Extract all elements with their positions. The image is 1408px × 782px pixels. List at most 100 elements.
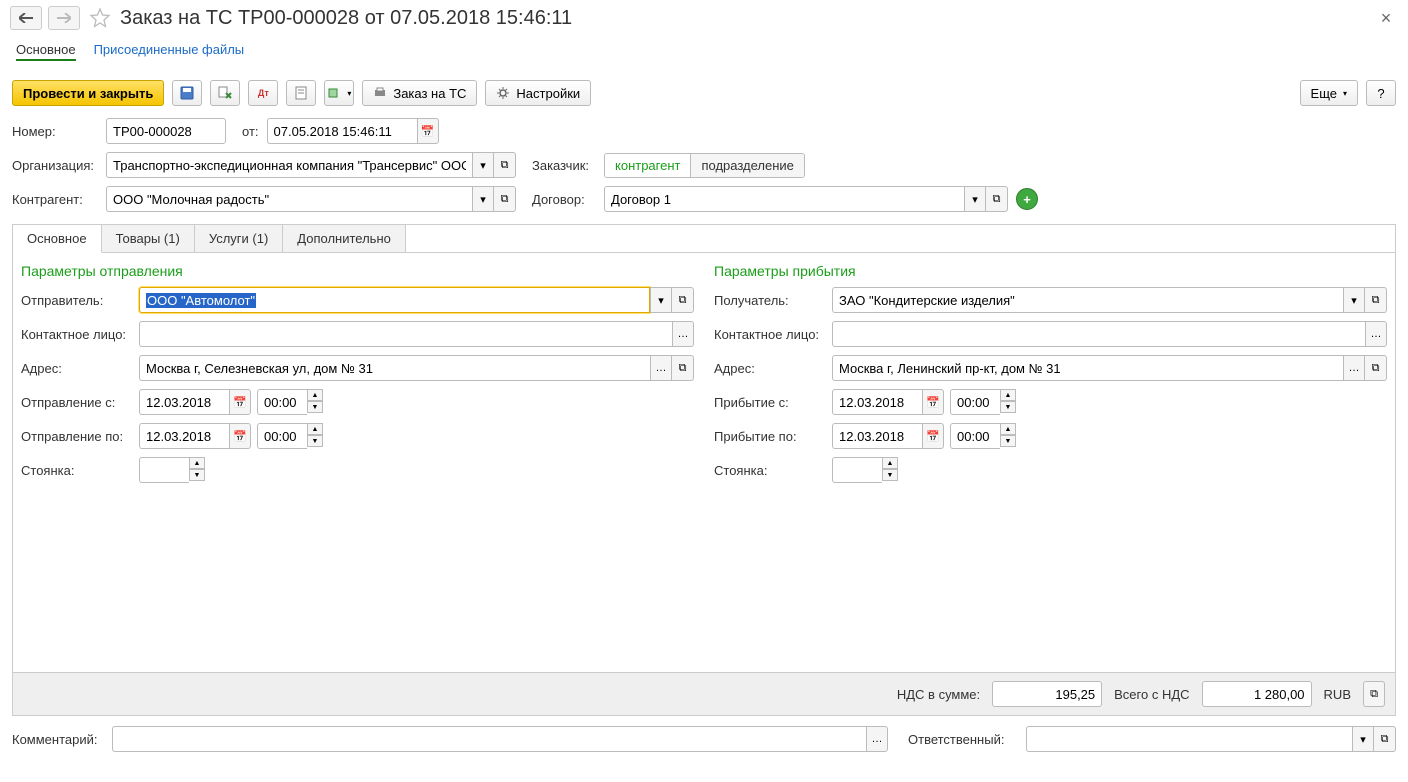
dropdown-icon[interactable]: ▾ [964,186,986,212]
print-order-button[interactable]: Заказ на ТС [362,80,477,106]
dropdown-icon[interactable]: ▾ [472,152,494,178]
open-icon[interactable]: ⧉ [494,152,516,178]
org-input[interactable] [106,152,472,178]
spin-up-icon[interactable]: ▲ [882,457,898,469]
save-button[interactable] [172,80,202,106]
receiver-input[interactable] [832,287,1343,313]
dep-address-input[interactable] [139,355,650,381]
arr-to-label: Прибытие по: [714,429,826,444]
dep-parking-label: Стоянка: [21,463,133,478]
more-icon[interactable]: … [866,726,888,752]
print-order-label: Заказ на ТС [393,86,466,101]
tab-services[interactable]: Услуги (1) [195,225,283,252]
calendar-icon[interactable]: 📅 [922,423,944,449]
dep-date-from[interactable] [139,389,229,415]
spin-down-icon[interactable]: ▼ [307,401,323,413]
dropdown-icon[interactable]: ▾ [1352,726,1374,752]
post-close-button[interactable]: Провести и закрыть [12,80,164,106]
contractor-input[interactable] [106,186,472,212]
spin-up-icon[interactable]: ▲ [307,423,323,435]
open-icon[interactable]: ⧉ [1365,287,1387,313]
dep-time-to[interactable] [257,423,307,449]
create-based-button[interactable]: ▾ [324,80,354,106]
from-label: от: [242,124,259,139]
open-icon[interactable]: ⧉ [672,287,694,313]
contact-label: Контактное лицо: [21,327,133,342]
more-icon[interactable]: … [672,321,694,347]
currency-open-icon[interactable]: ⧉ [1363,681,1385,707]
nds-input[interactable] [992,681,1102,707]
arr-date-to[interactable] [832,423,922,449]
number-input[interactable] [106,118,226,144]
report-button[interactable] [286,80,316,106]
dropdown-icon[interactable]: ▾ [472,186,494,212]
open-icon[interactable]: ⧉ [672,355,694,381]
tab-main[interactable]: Основное [13,225,102,253]
calendar-icon[interactable]: 📅 [417,118,439,144]
dt-kt-button[interactable]: Дт [248,80,278,106]
spin-down-icon[interactable]: ▼ [189,469,205,481]
departure-title: Параметры отправления [21,263,694,279]
comment-input[interactable] [112,726,866,752]
add-contract-button[interactable]: + [1016,188,1038,210]
dep-from-label: Отправление с: [21,395,133,410]
dep-parking-input[interactable] [139,457,189,483]
contract-input[interactable] [604,186,964,212]
spin-up-icon[interactable]: ▲ [189,457,205,469]
dep-contact-input[interactable] [139,321,672,347]
close-button[interactable]: × [1374,6,1398,30]
spin-up-icon[interactable]: ▲ [1000,389,1016,401]
total-label: Всего с НДС [1114,687,1189,702]
open-icon[interactable]: ⧉ [1374,726,1396,752]
more-icon[interactable]: … [1365,321,1387,347]
dropdown-icon[interactable]: ▾ [1343,287,1365,313]
responsible-input[interactable] [1026,726,1352,752]
dep-date-to[interactable] [139,423,229,449]
favorite-icon[interactable] [90,8,110,28]
spin-down-icon[interactable]: ▼ [1000,401,1016,413]
open-icon[interactable]: ⧉ [494,186,516,212]
customer-label: Заказчик: [532,158,596,173]
receiver-label: Получатель: [714,293,826,308]
open-icon[interactable]: ⧉ [986,186,1008,212]
more-icon[interactable]: … [650,355,672,381]
spin-down-icon[interactable]: ▼ [882,469,898,481]
settings-button[interactable]: Настройки [485,80,591,106]
arr-date-from[interactable] [832,389,922,415]
arr-from-label: Прибытие с: [714,395,826,410]
dropdown-icon[interactable]: ▾ [650,287,672,313]
tab-extra[interactable]: Дополнительно [283,225,406,252]
toggle-contractor[interactable]: контрагент [605,154,690,177]
sender-label: Отправитель: [21,293,133,308]
sender-input[interactable]: ООО "Автомолот" [139,287,650,313]
back-button[interactable] [10,6,42,30]
open-icon[interactable]: ⧉ [1365,355,1387,381]
calendar-icon[interactable]: 📅 [229,423,251,449]
more-button[interactable]: Еще ▾ [1300,80,1358,106]
arr-time-from[interactable] [950,389,1000,415]
dep-time-from[interactable] [257,389,307,415]
more-icon[interactable]: … [1343,355,1365,381]
spin-down-icon[interactable]: ▼ [307,435,323,447]
tab-goods[interactable]: Товары (1) [102,225,195,252]
spin-up-icon[interactable]: ▲ [1000,423,1016,435]
calendar-icon[interactable]: 📅 [922,389,944,415]
arr-contact-label: Контактное лицо: [714,327,826,342]
toggle-division[interactable]: подразделение [690,154,803,177]
arr-address-label: Адрес: [714,361,826,376]
spin-up-icon[interactable]: ▲ [307,389,323,401]
arr-time-to[interactable] [950,423,1000,449]
calendar-icon[interactable]: 📅 [229,389,251,415]
arr-contact-input[interactable] [832,321,1365,347]
nav-main[interactable]: Основное [16,40,76,61]
nav-attached-files[interactable]: Присоединенные файлы [94,40,245,61]
arr-address-input[interactable] [832,355,1343,381]
date-input[interactable] [267,118,417,144]
help-button[interactable]: ? [1366,80,1396,106]
spin-down-icon[interactable]: ▼ [1000,435,1016,447]
arr-parking-input[interactable] [832,457,882,483]
forward-button[interactable] [48,6,80,30]
post-button[interactable] [210,80,240,106]
dep-to-label: Отправление по: [21,429,133,444]
total-input[interactable] [1202,681,1312,707]
